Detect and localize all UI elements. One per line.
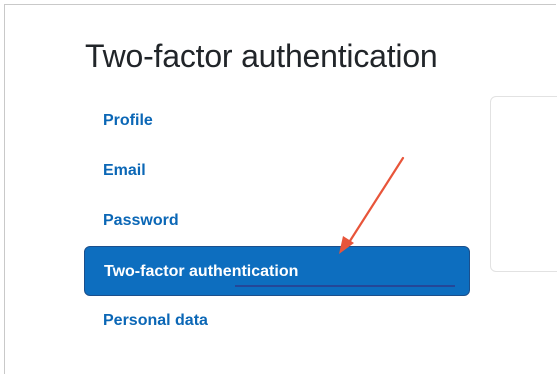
page-title: Two-factor authentication: [85, 38, 438, 74]
nav-link-profile[interactable]: Profile: [84, 96, 470, 146]
nav-item-two-factor-authentication: Two-factor authentication: [84, 246, 470, 296]
nav-link-personal-data[interactable]: Personal data: [84, 296, 470, 346]
active-underline: [235, 285, 455, 287]
nav-item-profile: Profile: [84, 96, 470, 146]
nav-item-email: Email: [84, 146, 470, 196]
content-panel: [490, 96, 557, 272]
nav-link-label: Two-factor authentication: [104, 263, 299, 280]
nav-link-email[interactable]: Email: [84, 146, 470, 196]
nav-item-personal-data: Personal data: [84, 296, 470, 346]
account-nav: Profile Email Password Two-factor authen…: [84, 96, 470, 346]
nav-item-password: Password: [84, 196, 470, 246]
nav-link-two-factor-authentication[interactable]: Two-factor authentication: [84, 246, 470, 296]
nav-link-password[interactable]: Password: [84, 196, 470, 246]
